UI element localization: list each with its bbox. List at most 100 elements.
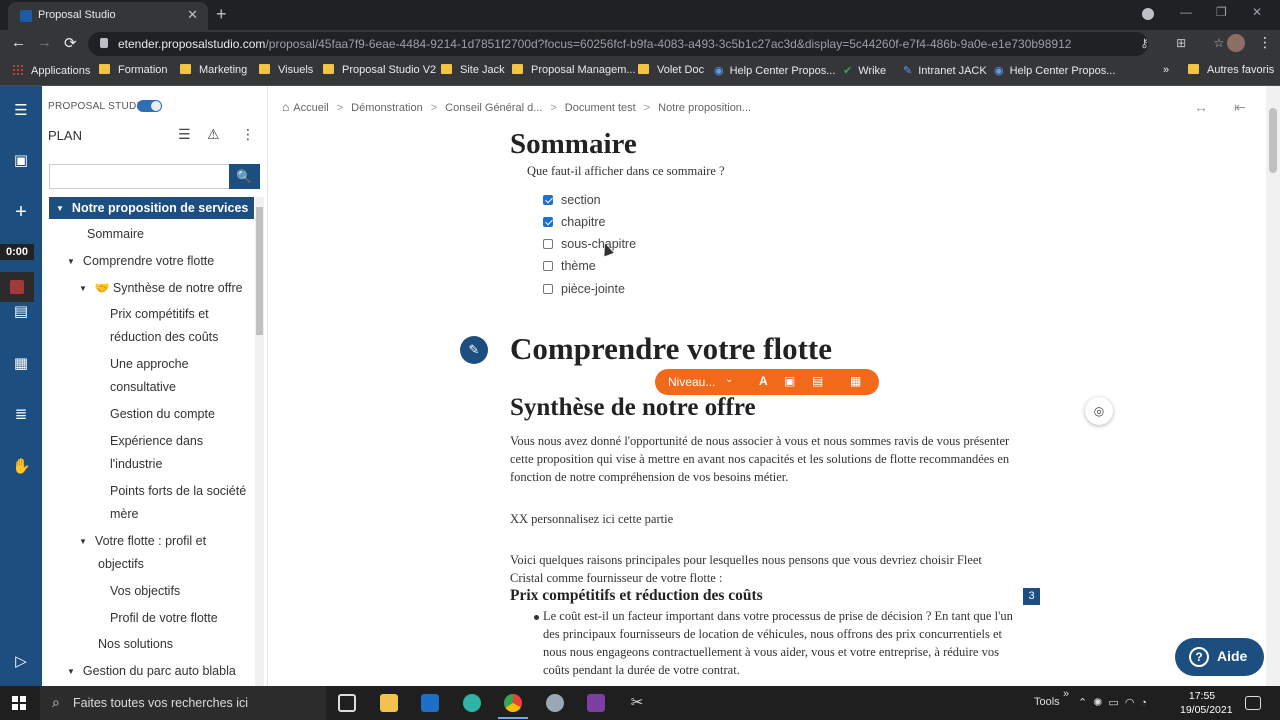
bookmark-volet-doc[interactable]: Volet Doc — [638, 64, 704, 76]
url-field[interactable]: etender.proposalstudio.com/proposal/45fa… — [88, 32, 1148, 56]
caret-down-icon[interactable]: ▼ — [67, 660, 75, 683]
document-icon[interactable]: ▤ — [12, 304, 30, 320]
summary-option-sous-chapitre[interactable]: sous-chapitre — [543, 237, 636, 251]
checkbox-checked-icon[interactable] — [543, 217, 553, 227]
browser-profile-icon[interactable] — [1142, 8, 1154, 20]
caret-down-icon[interactable]: ▼ — [67, 250, 75, 273]
caret-down-icon[interactable]: ▼ — [79, 277, 87, 300]
new-tab-button[interactable]: + — [216, 4, 227, 25]
search-button[interactable]: 🔍 — [229, 164, 260, 189]
task-view-icon[interactable] — [338, 694, 356, 712]
checkbox-empty-icon[interactable] — [543, 284, 553, 294]
onenote-icon[interactable] — [587, 694, 605, 712]
checkbox-checked-icon[interactable] — [543, 195, 553, 205]
taskbar-search-box[interactable]: ⌕ Faites toutes vos recherches ici — [40, 686, 326, 720]
tree-item-vos-objectifs[interactable]: Vos objectifs — [110, 580, 180, 603]
tree-item-gestion-compte[interactable]: Gestion du compte — [110, 403, 215, 426]
checkbox-empty-icon[interactable] — [543, 261, 553, 271]
document-scrollbar[interactable] — [1266, 86, 1280, 686]
bookmark-applications[interactable]: Applications — [12, 64, 90, 77]
summary-option-theme[interactable]: thème — [543, 259, 596, 273]
reload-button[interactable]: ⟳ — [64, 34, 77, 52]
minimize-button[interactable]: — — [1180, 5, 1192, 19]
app-icon[interactable] — [546, 694, 564, 712]
warning-icon[interactable]: ⚠ — [207, 126, 220, 143]
edge-icon[interactable] — [463, 694, 481, 712]
tree-item-gestion-parc[interactable]: ▼ Gestion du parc auto blabla — [67, 660, 236, 683]
bookmark-proposal-studio-v2[interactable]: Proposal Studio V2 — [323, 64, 436, 76]
list-view-icon[interactable]: ☰ — [178, 126, 191, 143]
maximize-button[interactable]: ❐ — [1216, 5, 1227, 19]
save-icon[interactable]: ▣ — [12, 153, 30, 169]
tree-item-approche-cont[interactable]: consultative — [110, 376, 176, 399]
tree-item-votre-flotte[interactable]: ▼ Votre flotte : profil et — [79, 530, 206, 553]
document-scroll-thumb[interactable] — [1269, 108, 1277, 173]
tree-item-points-forts[interactable]: Points forts de la société — [110, 480, 246, 503]
visibility-toggle-icon[interactable]: ◎ — [1085, 397, 1113, 425]
pdf-icon[interactable]: ▤ — [812, 374, 823, 388]
tree-item-sommaire[interactable]: Sommaire — [87, 223, 144, 246]
breadcrumb-document-test[interactable]: Document test — [565, 102, 636, 114]
tree-item-experience[interactable]: Expérience dans — [110, 430, 203, 453]
contact-card-icon[interactable]: ▦ — [12, 356, 30, 372]
caret-down-icon[interactable]: ▼ — [79, 530, 87, 553]
bookmark-intranet-jack[interactable]: ✎ Intranet JACK — [903, 64, 987, 77]
system-tray-icon[interactable]: ⌃✺▭◠◔ — [1078, 696, 1153, 709]
breadcrumb-accueil[interactable]: Accueil — [293, 102, 328, 114]
caret-down-icon[interactable]: ▼ — [56, 197, 64, 220]
breadcrumb-conseil[interactable]: Conseil Général d... — [445, 102, 542, 114]
tree-item-comprendre[interactable]: ▼ Comprendre votre flotte — [67, 250, 214, 273]
section-edit-icon[interactable]: ✎ — [460, 336, 488, 364]
browser-menu-icon[interactable]: ⋮ — [1258, 34, 1272, 51]
user-avatar[interactable] — [1227, 34, 1245, 52]
tree-item-synthese[interactable]: ▼ 🤝 Synthèse de notre offre — [79, 277, 243, 300]
close-window-button[interactable]: ✕ — [1252, 5, 1262, 19]
bookmarks-more-icon[interactable]: » — [1163, 64, 1169, 76]
chevron-down-icon[interactable]: ⌄ — [725, 374, 733, 385]
bookmark-site-jack[interactable]: Site Jack — [441, 64, 505, 76]
tree-item-points-forts-cont[interactable]: mère — [110, 503, 138, 526]
plan-search-input[interactable] — [49, 164, 229, 189]
snipping-tool-icon[interactable]: ✂ — [628, 694, 646, 712]
list-document-icon[interactable]: ≣ — [12, 407, 30, 423]
bookmark-proposal-management[interactable]: Proposal Managem... — [512, 64, 636, 76]
windows-start-icon[interactable] — [12, 696, 26, 710]
layout-icon[interactable]: ▦ — [850, 374, 861, 388]
omnibox-actions-icon[interactable]: ⚷ ⊞ ☆ — [1140, 36, 1236, 50]
file-explorer-icon[interactable] — [380, 694, 398, 712]
image-icon[interactable]: ▣ — [784, 374, 795, 388]
level-select[interactable]: Niveau... — [668, 375, 715, 389]
bookmark-help-center-1[interactable]: ◉ Help Center Propos... — [714, 64, 835, 77]
tools-toolbar-label[interactable]: Tools — [1034, 696, 1060, 708]
home-icon[interactable]: ⌂ — [282, 100, 289, 114]
notifications-icon[interactable] — [1245, 696, 1261, 710]
tree-item-prix-cont[interactable]: réduction des coûts — [110, 326, 218, 349]
summary-option-section[interactable]: section — [543, 193, 601, 207]
outlook-icon[interactable] — [421, 694, 439, 712]
tray-chevron-icon[interactable]: » — [1063, 688, 1069, 700]
breadcrumb-demonstration[interactable]: Démonstration — [351, 102, 423, 114]
summary-option-piece-jointe[interactable]: pièce-jointe — [543, 282, 625, 296]
more-options-icon[interactable]: ⋮ — [241, 126, 255, 143]
bookmark-wrike[interactable]: ✔ Wrike — [843, 64, 886, 77]
play-icon[interactable]: ▷ — [12, 654, 30, 670]
tab-close-icon[interactable]: ✕ — [187, 7, 198, 23]
forward-button[interactable]: → — [37, 34, 52, 51]
bookmark-help-center-2[interactable]: ◉ Help Center Propos... — [994, 64, 1115, 77]
bookmark-formation[interactable]: Formation — [99, 64, 168, 76]
bookmark-visuels[interactable]: Visuels — [259, 64, 313, 76]
collapse-panel-icon[interactable]: ⇤ — [1234, 99, 1246, 116]
bookmark-marketing[interactable]: Marketing — [180, 64, 247, 76]
summary-option-chapitre[interactable]: chapitre — [543, 215, 605, 229]
tree-item-votre-flotte-cont[interactable]: objectifs — [98, 553, 144, 576]
recorder-stop-button[interactable] — [0, 272, 34, 302]
help-button[interactable]: ? Aide — [1175, 638, 1264, 676]
checkbox-empty-icon[interactable] — [543, 239, 553, 249]
tree-item-approche[interactable]: Une approche — [110, 353, 189, 376]
tree-item-profil-flotte[interactable]: Profil de votre flotte — [110, 607, 218, 630]
add-icon[interactable]: + — [12, 202, 30, 222]
expand-width-icon[interactable]: ↔ — [1194, 99, 1208, 115]
text-style-icon[interactable]: A — [759, 374, 768, 388]
plan-scrollbar[interactable] — [255, 197, 264, 686]
hamburger-menu-icon[interactable]: ☰ — [12, 103, 30, 119]
